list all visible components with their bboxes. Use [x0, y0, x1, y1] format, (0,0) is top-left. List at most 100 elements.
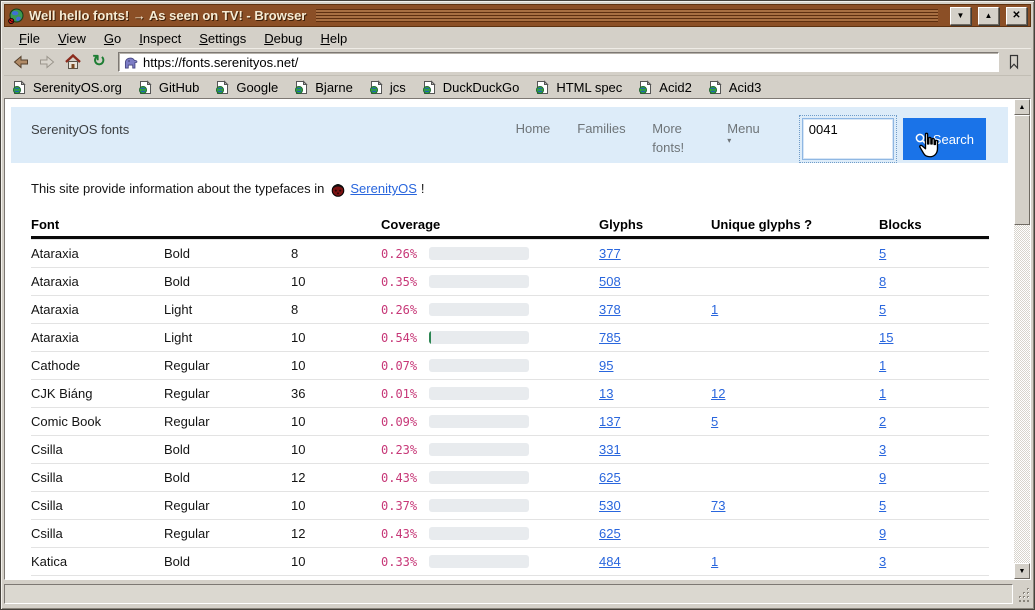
scroll-down-button[interactable]: ▼	[1014, 563, 1030, 579]
cell-glyphs: 377	[599, 246, 711, 261]
blocks-link[interactable]: 5	[879, 498, 886, 513]
bookmark-html-spec[interactable]: HTML spec	[535, 80, 622, 95]
search-button[interactable]: Search	[903, 118, 986, 160]
cell-coverage-bar	[429, 527, 599, 540]
blocks-link[interactable]: 3	[879, 554, 886, 569]
bookmark-google[interactable]: Google	[215, 80, 278, 95]
cell-glyphs: 508	[599, 274, 711, 289]
maximize-button[interactable]: ▲	[978, 7, 999, 25]
cell-coverage-bar	[429, 555, 599, 568]
web-content-frame: SerenityOS fonts Home Families More fonts!…	[4, 98, 1031, 580]
menu-help[interactable]: Help	[312, 30, 357, 47]
cell-coverage-bar	[429, 471, 599, 484]
unique-glyphs-link[interactable]: 1	[711, 554, 718, 569]
coverage-bar	[429, 415, 529, 428]
bookmark-bjarne[interactable]: Bjarne	[294, 80, 353, 95]
nav-menu[interactable]: Menu▾	[727, 120, 760, 143]
menu-bar: FileViewGoInspectSettingsDebugHelp	[4, 27, 1031, 48]
nav-home[interactable]: Home	[516, 120, 551, 139]
bookmark-jcs[interactable]: jcs	[369, 80, 406, 95]
blocks-link[interactable]: 9	[879, 470, 886, 485]
unique-glyphs-link[interactable]: 73	[711, 498, 725, 513]
blocks-link[interactable]: 1	[879, 386, 886, 401]
title-bar[interactable]: Well hello fonts! → As seen on TV! - Bro…	[4, 4, 1031, 27]
cell-font-name: Cathode	[31, 358, 164, 373]
close-button[interactable]: ✕	[1006, 7, 1027, 25]
minimize-button[interactable]: ▼	[950, 7, 971, 25]
reload-button[interactable]: ↻	[88, 52, 110, 72]
add-bookmark-button[interactable]	[1003, 52, 1025, 72]
glyphs-link[interactable]: 625	[599, 470, 621, 485]
search-input[interactable]: 0041	[802, 118, 894, 160]
menu-view[interactable]: View	[49, 30, 95, 47]
blocks-link[interactable]: 5	[879, 302, 886, 317]
coverage-bar	[429, 471, 529, 484]
blocks-link[interactable]: 8	[879, 274, 886, 289]
glyphs-link[interactable]: 377	[599, 246, 621, 261]
scrollbar-track[interactable]	[1014, 225, 1030, 563]
glyphs-link[interactable]: 785	[599, 330, 621, 345]
menu-inspect[interactable]: Inspect	[130, 30, 190, 47]
resize-grip[interactable]	[1017, 586, 1031, 602]
nav-more-fonts-[interactable]: More fonts!	[652, 120, 700, 158]
glyphs-link[interactable]: 530	[599, 498, 621, 513]
blocks-link[interactable]: 5	[879, 246, 886, 261]
cell-unique-glyphs: 12	[711, 386, 879, 401]
blocks-link[interactable]: 15	[879, 330, 893, 345]
forward-button[interactable]	[36, 52, 58, 72]
unique-glyphs-link[interactable]: 5	[711, 414, 718, 429]
blocks-link[interactable]: 3	[879, 442, 886, 457]
cell-coverage-percent: 0.07%	[381, 359, 429, 373]
cell-coverage-bar	[429, 247, 599, 260]
glyphs-link[interactable]: 378	[599, 302, 621, 317]
coverage-bar	[429, 247, 529, 260]
menu-file[interactable]: File	[10, 30, 49, 47]
cell-glyphs: 95	[599, 358, 711, 373]
bookmark-acid2[interactable]: Acid2	[638, 80, 692, 95]
serenityos-link[interactable]: SerenityOS	[350, 181, 416, 196]
menu-debug[interactable]: Debug	[255, 30, 311, 47]
back-button[interactable]	[10, 52, 32, 72]
home-button[interactable]	[62, 52, 84, 72]
unique-glyphs-link[interactable]: 12	[711, 386, 725, 401]
glyphs-link[interactable]: 95	[599, 358, 613, 373]
bookmark-github[interactable]: GitHub	[138, 80, 199, 95]
cell-font-name: Csilla	[31, 498, 164, 513]
blocks-link[interactable]: 1	[879, 358, 886, 373]
cell-font-style: Bold	[164, 246, 291, 261]
scrollbar-thumb[interactable]	[1014, 115, 1030, 225]
blocks-link[interactable]: 2	[879, 414, 886, 429]
glyphs-link[interactable]: 331	[599, 442, 621, 457]
menu-settings[interactable]: Settings	[190, 30, 255, 47]
bookmark-duckduckgo[interactable]: DuckDuckGo	[422, 80, 520, 95]
cell-font-style: Bold	[164, 470, 291, 485]
glyphs-link[interactable]: 13	[599, 386, 613, 401]
cell-blocks: 3	[879, 554, 989, 569]
cell-font-size: 8	[291, 302, 381, 317]
bookmark-acid3[interactable]: Acid3	[708, 80, 762, 95]
cell-coverage-percent: 0.23%	[381, 443, 429, 457]
browser-window: Well hello fonts! → As seen on TV! - Bro…	[0, 0, 1035, 610]
glyphs-link[interactable]: 484	[599, 554, 621, 569]
url-bar[interactable]: https://fonts.serenityos.net/	[118, 52, 999, 72]
menu-go[interactable]: Go	[95, 30, 130, 47]
blocks-link[interactable]: 9	[879, 526, 886, 541]
glyphs-link[interactable]: 137	[599, 414, 621, 429]
nav-families[interactable]: Families	[577, 120, 625, 139]
bookmark-serenityos-org[interactable]: SerenityOS.org	[12, 80, 122, 95]
unique-glyphs-link[interactable]: 1	[711, 302, 718, 317]
cell-font-size: 10	[291, 358, 381, 373]
glyphs-link[interactable]: 508	[599, 274, 621, 289]
coverage-bar	[429, 527, 529, 540]
url-input[interactable]: https://fonts.serenityos.net/	[143, 55, 298, 70]
glyphs-link[interactable]: 625	[599, 526, 621, 541]
bookmark-page-icon	[294, 80, 309, 95]
cell-coverage-percent: 0.43%	[381, 527, 429, 541]
bookmark-label: jcs	[390, 80, 406, 95]
scroll-up-button[interactable]: ▲	[1014, 99, 1030, 115]
site-title: SerenityOS fonts	[31, 120, 129, 137]
bookmark-label: Bjarne	[315, 80, 353, 95]
vertical-scrollbar[interactable]: ▲ ▼	[1014, 99, 1030, 579]
cell-font-style: Light	[164, 330, 291, 345]
header-unique-glyphs: Unique glyphs ?	[711, 217, 879, 232]
